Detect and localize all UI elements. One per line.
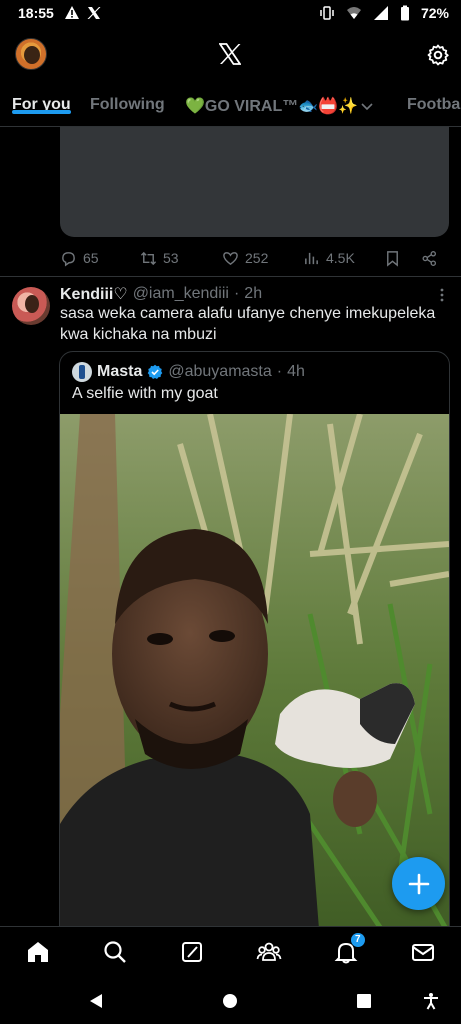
home-circle-icon[interactable] xyxy=(221,992,239,1010)
views-icon xyxy=(305,252,318,264)
reply-count: 65 xyxy=(83,250,99,266)
search-icon[interactable] xyxy=(102,939,128,965)
x-logo-icon xyxy=(87,7,101,19)
quote-author-avatar xyxy=(72,362,92,382)
quote-author-handle: @abuyamasta xyxy=(168,363,272,380)
like-button[interactable]: 252 xyxy=(222,250,268,267)
tab-label: Following xyxy=(90,96,165,113)
chevron-down-icon xyxy=(361,103,373,111)
battery-icon xyxy=(400,5,409,21)
tab-for-you[interactable]: For you xyxy=(12,86,71,114)
timeline-tabs: For you Following 💚GO VIRAL™🐟📛✨ Footba xyxy=(0,86,461,127)
verified-badge-icon xyxy=(148,364,163,379)
bookmark-icon xyxy=(387,250,398,267)
author-name[interactable]: Kendiii♡ xyxy=(60,284,128,304)
status-right: 72% xyxy=(319,5,449,21)
quote-author-name: Masta xyxy=(97,363,143,380)
retweet-count: 53 xyxy=(163,250,179,266)
bookmark-button[interactable] xyxy=(384,250,401,267)
communities-icon[interactable] xyxy=(256,939,282,965)
share-button[interactable] xyxy=(421,250,438,267)
x-logo-icon[interactable] xyxy=(219,43,241,65)
grok-icon[interactable] xyxy=(179,939,205,965)
author-handle[interactable]: @iam_kendiii xyxy=(133,285,229,303)
settings-gear-icon[interactable] xyxy=(426,43,450,67)
bottom-navigation: 7 xyxy=(0,926,461,976)
selfie-with-goat-photo[interactable] xyxy=(60,414,449,941)
retweet-icon xyxy=(140,251,157,265)
previous-tweet-actions: 65 53 252 4.5K xyxy=(60,248,449,268)
battery-percent: 72% xyxy=(420,5,449,21)
notifications-button[interactable]: 7 xyxy=(333,932,365,965)
profile-avatar[interactable] xyxy=(15,38,47,70)
home-icon[interactable] xyxy=(25,939,51,965)
compose-button[interactable] xyxy=(392,857,445,910)
notification-badge: 7 xyxy=(350,932,365,947)
tab-football[interactable]: Footba xyxy=(407,86,460,114)
tab-label: 💚GO VIRAL™🐟📛✨ xyxy=(185,98,359,115)
tweet-text: sasa weka camera alafu ufanye chenye ime… xyxy=(60,305,436,343)
heart-icon xyxy=(223,251,238,265)
reply-icon xyxy=(62,251,75,266)
dot-separator: · xyxy=(276,363,283,380)
status-time: 18:55 xyxy=(18,5,54,21)
tab-go-viral[interactable]: 💚GO VIRAL™🐟📛✨ xyxy=(185,86,374,116)
quote-text: A selfie with my goat xyxy=(72,385,218,402)
tab-following[interactable]: Following xyxy=(90,86,165,114)
wifi-icon xyxy=(346,7,361,19)
quoted-tweet[interactable]: Masta @abuyamasta · 4h A selfie with my … xyxy=(59,351,450,941)
tab-label: For you xyxy=(12,96,71,113)
tweet-author-avatar[interactable] xyxy=(12,287,50,325)
messages-icon[interactable] xyxy=(410,939,436,965)
quote-header: Masta @abuyamasta · 4h xyxy=(72,362,305,382)
retweet-button[interactable]: 53 xyxy=(140,250,179,267)
share-icon xyxy=(422,250,437,266)
tab-label: Footba xyxy=(407,96,461,113)
system-navigation-bar xyxy=(0,976,461,1024)
tweet-divider xyxy=(0,276,461,277)
warning-icon xyxy=(64,6,79,19)
tweet-time[interactable]: 2h xyxy=(244,285,262,303)
dot-separator: · xyxy=(233,285,240,302)
back-icon[interactable] xyxy=(87,992,105,1010)
tweet-header: Kendiii♡ @iam_kendiii · 2h xyxy=(60,284,445,304)
top-header xyxy=(0,30,461,80)
quote-time: 4h xyxy=(287,363,305,380)
more-options-icon[interactable] xyxy=(435,288,449,302)
plus-icon xyxy=(408,873,429,894)
signal-icon xyxy=(373,6,388,20)
previous-tweet-media[interactable] xyxy=(60,127,449,237)
like-count: 252 xyxy=(245,250,269,266)
views-count: 4.5K xyxy=(326,250,355,266)
views-button[interactable]: 4.5K xyxy=(303,250,355,267)
reply-button[interactable]: 65 xyxy=(60,250,99,267)
accessibility-icon[interactable] xyxy=(422,992,440,1010)
vibrate-icon xyxy=(320,6,334,20)
recents-icon[interactable] xyxy=(355,992,373,1010)
status-bar: 18:55 72% xyxy=(0,0,461,26)
